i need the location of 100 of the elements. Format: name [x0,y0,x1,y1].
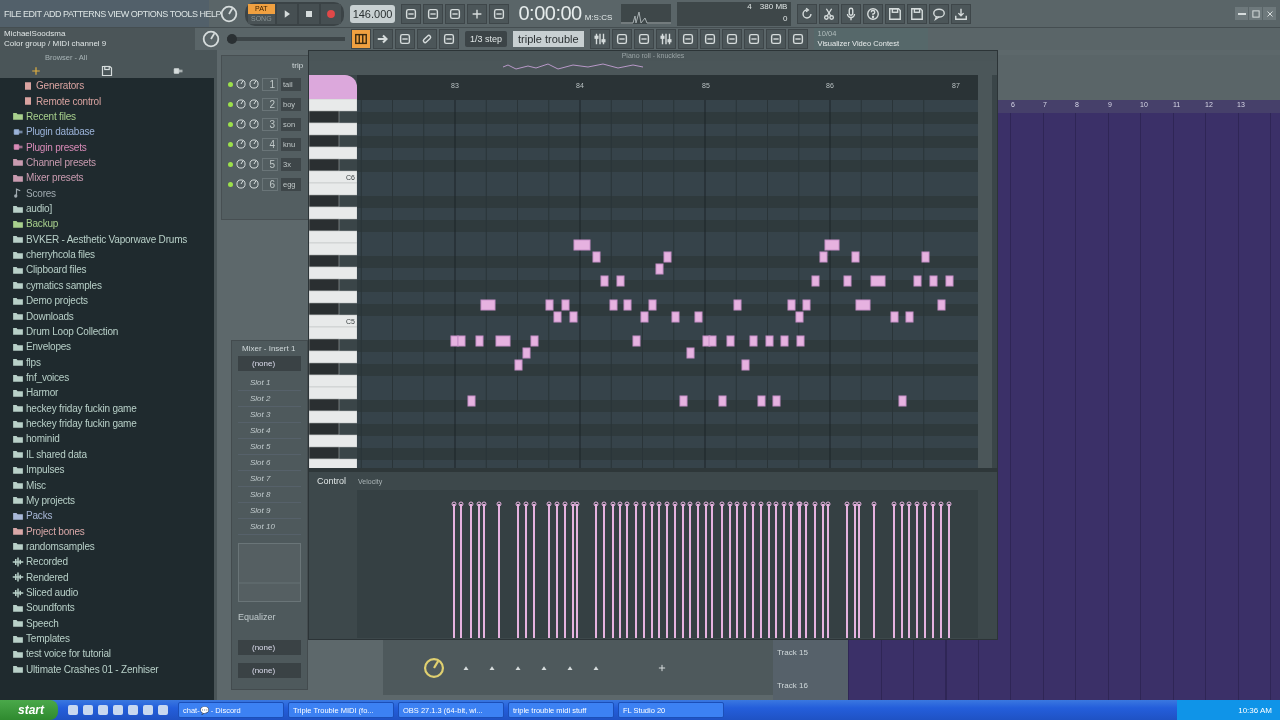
browser-item[interactable]: Drum Loop Collection [26,325,119,337]
note[interactable] [671,311,680,323]
note[interactable] [726,335,735,347]
sharp-key[interactable] [309,254,340,268]
natural-key[interactable] [309,170,357,184]
browser-item[interactable]: Recorded [26,556,68,568]
toolbar-button[interactable] [351,29,371,49]
channel-number[interactable]: 2 [262,97,278,111]
note[interactable] [733,299,742,311]
toolbar-button[interactable] [467,3,488,24]
sharp-key[interactable] [309,110,340,124]
natural-key[interactable] [309,434,357,448]
natural-key[interactable] [309,230,357,244]
channel-led[interactable] [228,121,233,127]
note[interactable] [921,251,930,263]
natural-key[interactable] [309,326,357,340]
control-label[interactable]: Control [317,476,346,486]
menu-item[interactable]: ADD [43,8,62,19]
pattern-selector[interactable]: triple trouble [513,31,584,47]
note[interactable] [795,311,804,323]
menu-item[interactable]: TOOLS [169,8,198,19]
tempo-display[interactable]: 146.000 [349,4,396,23]
toolbar-button[interactable] [885,3,906,24]
note[interactable] [663,251,672,263]
note[interactable] [898,395,907,407]
browser-item[interactable]: Misc [26,479,46,491]
natural-key[interactable] [309,410,357,424]
note[interactable] [592,251,601,263]
sharp-key[interactable] [309,338,340,352]
note[interactable] [616,275,625,287]
sharp-key[interactable] [309,362,340,376]
browser-item[interactable]: randomsamples [26,540,95,552]
toolbar-button[interactable] [721,29,742,49]
sharp-key[interactable] [309,158,340,172]
note[interactable] [600,275,609,287]
toolbar-button[interactable] [863,3,884,24]
natural-key[interactable] [309,99,357,112]
stop-button[interactable] [298,3,319,24]
browser-item[interactable]: IL shared data [26,448,87,460]
note[interactable] [741,359,750,371]
note[interactable] [929,275,938,287]
sharp-key[interactable] [309,194,340,208]
browser-item[interactable]: My projects [26,494,75,506]
note[interactable] [819,251,828,263]
browser-item[interactable]: fnf_voices [26,372,70,383]
browser-item[interactable]: Mixer presets [26,172,84,184]
note[interactable] [569,311,578,323]
browser-item[interactable]: Demo projects [26,295,88,307]
note[interactable] [811,275,820,287]
menu-item[interactable]: HELP [199,8,222,19]
sharp-key[interactable] [309,134,340,148]
toolbar-button[interactable] [787,29,808,49]
note[interactable] [679,395,688,407]
note[interactable] [475,335,484,347]
toolbar-button[interactable] [395,29,415,49]
snap-selector[interactable]: 1/3 step [465,31,508,47]
note[interactable] [450,335,459,347]
browser-item[interactable]: Remote control [36,95,101,107]
natural-key[interactable] [309,374,357,388]
input-selector[interactable]: (none) [238,355,301,371]
toolbar-button[interactable] [417,29,437,49]
browser-item[interactable]: flps [26,356,41,368]
browser-item[interactable]: cherryhcola files [26,249,95,261]
note[interactable] [945,275,954,287]
effect-slot[interactable]: Slot 4 [238,422,301,439]
menu-item[interactable]: PATTERNS [63,8,106,19]
note[interactable] [514,359,523,371]
track-header[interactable]: Track 15 [773,648,848,657]
natural-key[interactable] [309,386,357,400]
natural-key[interactable] [309,146,357,160]
browser-item[interactable]: Envelopes [26,341,71,353]
note[interactable] [802,299,811,311]
note[interactable] [913,275,922,287]
note[interactable] [757,395,766,407]
browser-item[interactable]: test voice for tutorial [26,648,111,660]
toolbar-button[interactable] [699,29,720,49]
close-button[interactable] [1263,7,1276,20]
toolbar-button[interactable] [633,29,654,49]
browser-item[interactable]: Sliced audio [26,587,79,599]
note[interactable] [824,239,840,251]
browser-item[interactable]: Ultimate Crashes 01 - Zenhiser [26,663,159,675]
channel-number[interactable]: 4 [262,137,278,151]
channel-led[interactable] [228,161,233,167]
channel-number[interactable]: 1 [262,77,278,91]
natural-key[interactable] [309,290,357,304]
browser-item[interactable]: Speech [26,617,59,629]
note[interactable] [870,275,886,287]
note[interactable] [708,335,717,347]
channel-led[interactable] [228,181,233,187]
browser-item[interactable]: Recent files [26,110,76,122]
sharp-key[interactable] [309,446,340,460]
toolbar-button[interactable] [445,3,466,24]
menu-item[interactable]: EDIT [23,8,42,19]
note[interactable] [796,335,805,347]
track-header[interactable]: Track 16 [773,681,848,690]
browser-item[interactable]: Plugin presets [26,141,87,153]
browser-item[interactable]: Rendered [26,571,69,583]
start-button[interactable]: start [0,700,58,720]
output-selector[interactable]: (none) [238,663,301,678]
note[interactable] [609,299,618,311]
